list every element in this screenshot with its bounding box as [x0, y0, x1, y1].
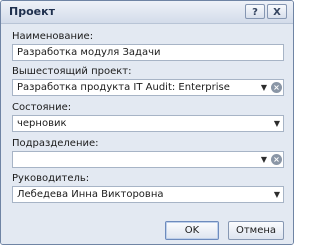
chevron-down-icon[interactable]: ▼ — [258, 154, 270, 166]
state-combo[interactable]: черновик ▼ — [12, 115, 284, 132]
title-bar: Проект ? X — [1, 1, 293, 24]
manager-value: Лебедева Инна Викторовна — [17, 189, 164, 200]
dialog-title: Проект — [9, 5, 55, 18]
state-label: Состояние: — [12, 102, 72, 113]
dialog-content: Наименование: Разработка модуля Задачи В… — [1, 24, 293, 244]
state-value: черновик — [17, 118, 67, 129]
clear-icon[interactable]: × — [271, 154, 282, 165]
parent-project-value: Разработка продукта IT Audit: Enterprise — [17, 82, 230, 93]
clear-icon[interactable]: × — [271, 82, 282, 93]
manager-combo[interactable]: Лебедева Инна Викторовна ▼ — [12, 186, 284, 203]
cancel-button[interactable]: Отмена — [228, 221, 284, 240]
close-button[interactable]: X — [267, 4, 287, 19]
manager-label: Руководитель: — [12, 173, 90, 184]
project-dialog: Проект ? X Наименование: Разработка моду… — [0, 0, 294, 245]
department-combo[interactable]: ▼ × — [12, 151, 284, 168]
name-input[interactable]: Разработка модуля Задачи — [12, 44, 284, 61]
chevron-down-icon[interactable]: ▼ — [271, 189, 283, 201]
department-label: Подразделение: — [12, 138, 99, 149]
parent-project-combo[interactable]: Разработка продукта IT Audit: Enterprise… — [12, 79, 284, 96]
chevron-down-icon[interactable]: ▼ — [271, 118, 283, 130]
name-value: Разработка модуля Задачи — [17, 47, 161, 58]
name-label: Наименование: — [12, 31, 94, 42]
help-button[interactable]: ? — [245, 4, 265, 19]
chevron-down-icon[interactable]: ▼ — [258, 82, 270, 94]
parent-project-label: Вышестоящий проект: — [12, 66, 132, 77]
ok-button[interactable]: OK — [165, 221, 219, 240]
